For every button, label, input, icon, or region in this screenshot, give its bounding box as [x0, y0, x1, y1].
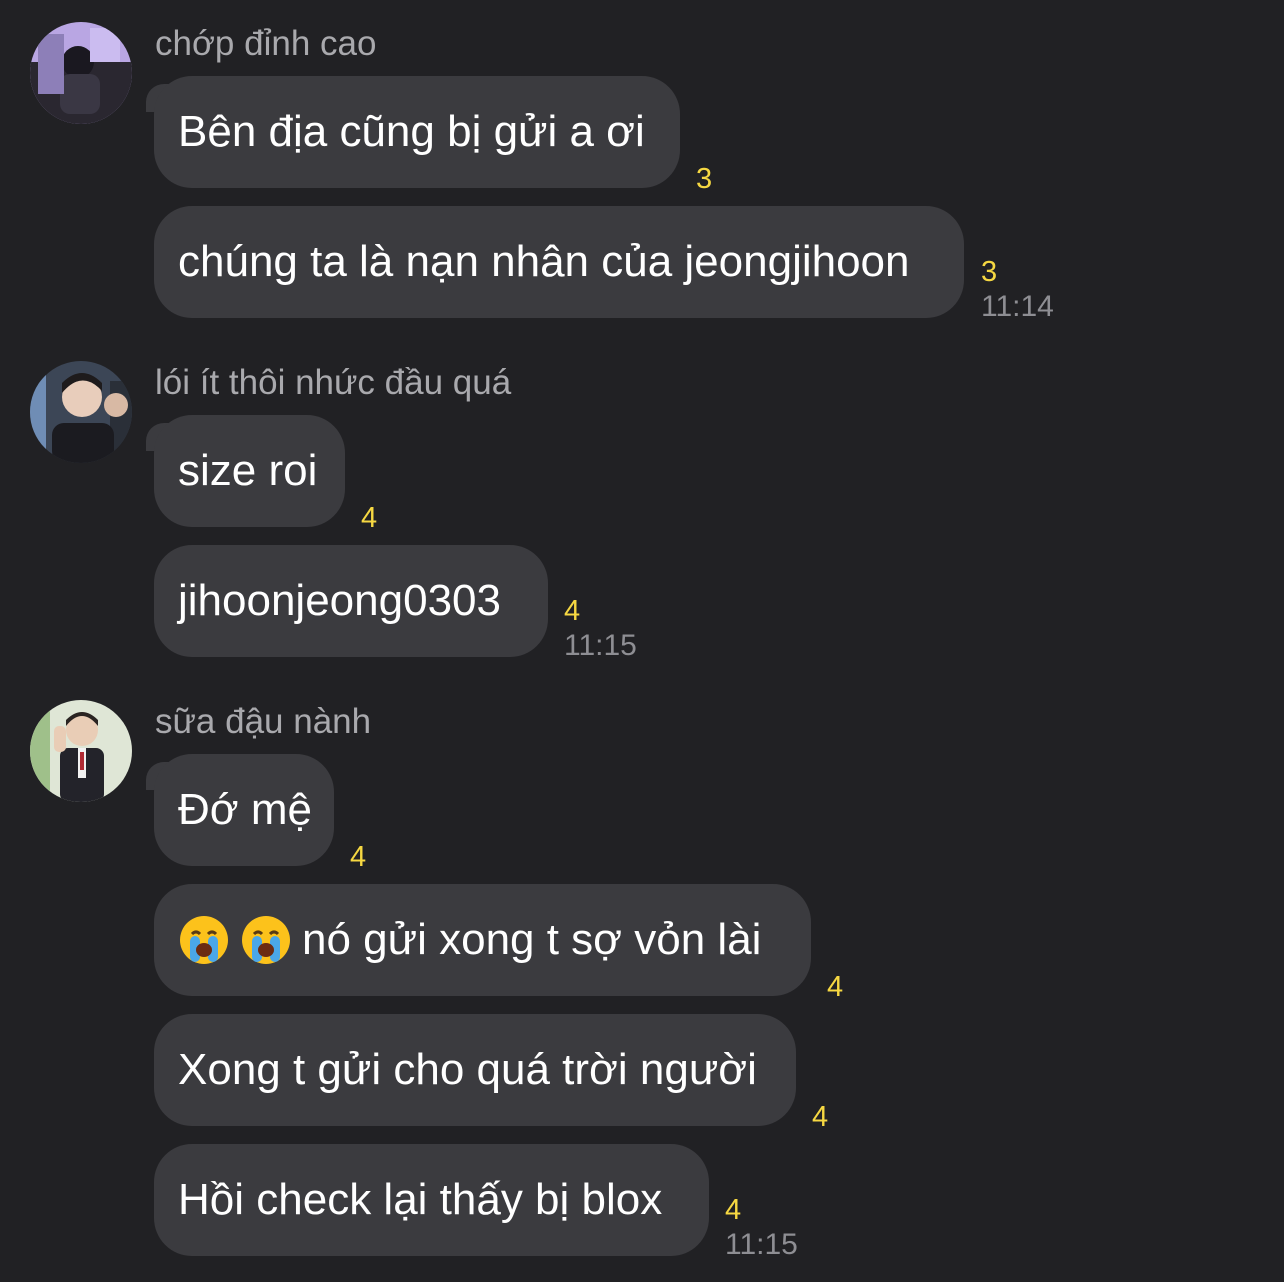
message-text: Xong t gửi cho quá trời người — [178, 1045, 757, 1094]
message-text: jihoonjeong0303 — [178, 576, 501, 625]
message-text: Đớ mệ — [178, 785, 312, 834]
message-text: size roi — [178, 446, 318, 495]
unread-count: 3 — [696, 163, 713, 195]
avatar[interactable] — [30, 361, 132, 463]
message-bubble[interactable]: nó gửi xong t sợ vỏn lài — [154, 884, 811, 996]
crying-face-icon — [242, 916, 290, 964]
message-text: nó gửi xong t sợ vỏn lài — [302, 915, 762, 964]
message-bubble[interactable]: Hồi check lại thấy bị blox — [154, 1144, 709, 1256]
message-time: 11:14 — [981, 290, 1054, 323]
message-text: chúng ta là nạn nhân của jeongjihoon — [178, 237, 910, 286]
sender-name: sữa đậu nành — [155, 702, 372, 741]
message-time: 11:15 — [564, 629, 637, 662]
crying-face-icon — [180, 916, 228, 964]
message-bubble[interactable]: Bên địa cũng bị gửi a ơi — [154, 76, 680, 188]
message-bubble[interactable]: Xong t gửi cho quá trời người — [154, 1014, 796, 1126]
sender-name: chớp đỉnh cao — [155, 24, 377, 63]
message-time: 11:15 — [725, 1228, 798, 1261]
message-bubble[interactable]: Đớ mệ — [154, 754, 334, 866]
message-text: Bên địa cũng bị gửi a ơi — [178, 107, 645, 156]
avatar[interactable] — [30, 700, 132, 802]
unread-count: 3 — [981, 256, 998, 288]
unread-count: 4 — [361, 502, 378, 534]
avatar[interactable] — [30, 22, 132, 124]
message-text: Hồi check lại thấy bị blox — [178, 1175, 663, 1224]
unread-count: 4 — [725, 1194, 742, 1226]
message-bubble[interactable]: chúng ta là nạn nhân của jeongjihoon — [154, 206, 964, 318]
unread-count: 4 — [564, 595, 581, 627]
unread-count: 4 — [827, 971, 844, 1003]
unread-count: 4 — [350, 841, 367, 873]
unread-count: 4 — [812, 1101, 829, 1133]
message-bubble[interactable]: jihoonjeong0303 — [154, 545, 548, 657]
sender-name: lói ít thôi nhức đầu quá — [155, 363, 512, 402]
message-bubble[interactable]: size roi — [154, 415, 345, 527]
